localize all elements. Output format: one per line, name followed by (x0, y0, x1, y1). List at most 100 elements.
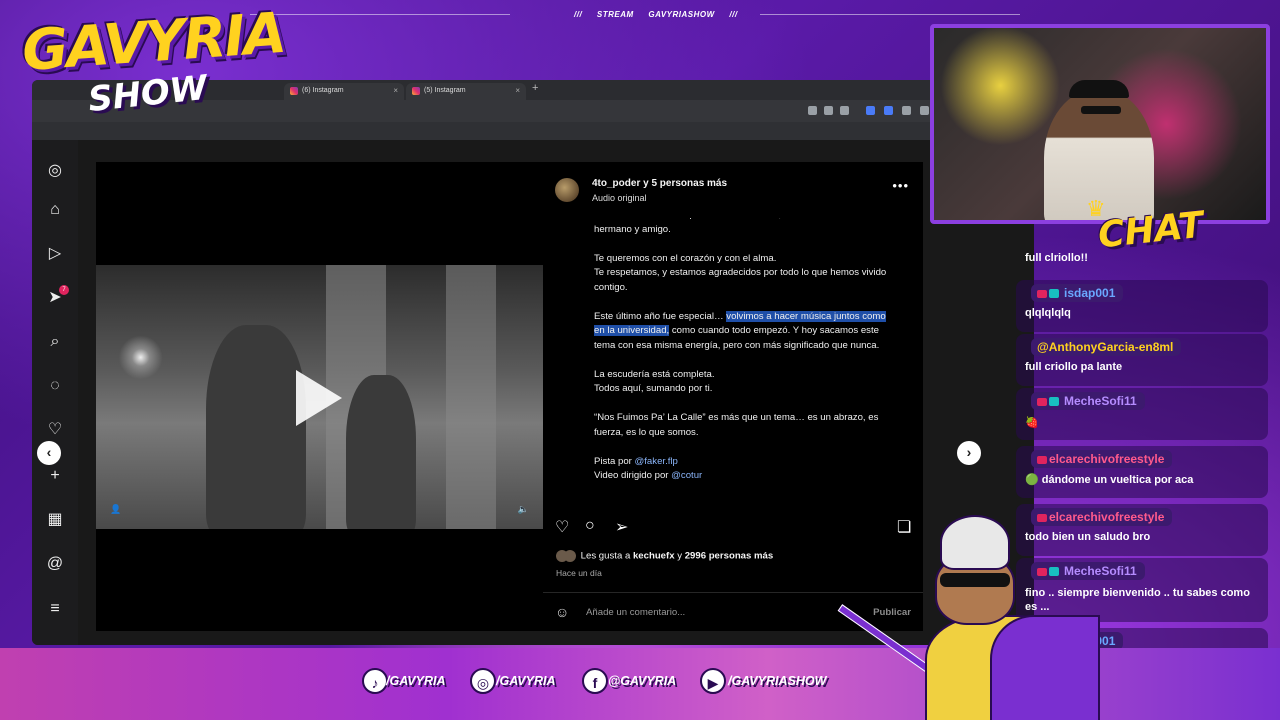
top-divider-right (760, 14, 1020, 15)
emoji-icon[interactable]: ☺ (555, 604, 569, 620)
zoom-icon[interactable] (824, 106, 833, 115)
caption-paragraph: Pista por @faker.flp Video dirigido por … (594, 455, 894, 484)
more-options-icon[interactable]: ••• (892, 178, 909, 193)
post-caption: como Cuarto Poder… pero más allá de eso,… (594, 218, 894, 507)
video-person (346, 375, 416, 529)
likes-count[interactable]: 2996 personas más (685, 551, 774, 562)
caption-line: La escudería está completa. (594, 368, 715, 380)
likes-prefix: Les gusta a (580, 550, 633, 562)
stream-tag: /// STREAM GAVYRIASHOW /// (568, 10, 744, 19)
mention-link[interactable]: @faker.flp (635, 456, 678, 467)
like-icon[interactable]: ♡ (555, 517, 569, 537)
chat-username[interactable]: @AnthonyGarcia-en8ml (1031, 338, 1182, 356)
likes-summary[interactable]: Les gusta a kechuefx y 2996 personas más (556, 550, 773, 562)
video-player[interactable]: 👤 🔈 (96, 162, 543, 631)
chat-username-text: elcarechivofreestyle (1049, 452, 1165, 466)
mention-link[interactable]: @cotur (671, 470, 702, 481)
post-date: Hace un día (556, 568, 602, 578)
badge-icon (1049, 397, 1059, 407)
caption-paragraph: Te queremos con el corazón y con el alma… (594, 252, 894, 296)
author-name[interactable]: 4to_poder y 5 personas más (592, 178, 727, 189)
mascot-jacket (990, 615, 1100, 720)
extension-icon[interactable] (866, 106, 875, 115)
share-icon[interactable]: ➢ (615, 517, 628, 537)
extensions-menu-icon[interactable] (920, 106, 929, 115)
play-icon[interactable] (296, 370, 342, 426)
post-actions: ♡ ○ ➢ ❏ (555, 517, 911, 539)
previous-post-arrow-icon[interactable]: ‹ (37, 441, 61, 465)
home-icon[interactable]: ⌂ (46, 201, 64, 219)
tab-instagram-1[interactable]: (6) Instagram × (284, 83, 404, 100)
instagram-icon (412, 87, 420, 95)
tab-instagram-2[interactable]: (5) Instagram × (406, 83, 526, 100)
chat-message-text: full criollo pa lante (1025, 361, 1123, 373)
heart-icon[interactable]: ♡ (46, 421, 64, 439)
badge-icon (1037, 397, 1047, 406)
screenshot-icon[interactable] (808, 106, 817, 115)
close-tab-icon[interactable]: × (393, 86, 398, 95)
close-tab-icon[interactable]: × (515, 86, 520, 95)
comment-input[interactable]: Añade un comentario... (586, 607, 685, 618)
mascot-hat (940, 515, 1010, 570)
reels-icon[interactable]: ▷ (46, 245, 64, 263)
tiktok-icon: ♪ (362, 668, 388, 694)
threads-icon[interactable]: @ (46, 555, 64, 573)
chat-username[interactable]: MecheSofi11 (1031, 392, 1145, 410)
caption-line: Te queremos con el corazón y con el alma… (594, 252, 777, 264)
stream-label: STREAM (596, 10, 634, 19)
browser-window: (6) Instagram × (5) Instagram × + ◎ ⌂ ▷ … (32, 80, 1034, 645)
youtube-handle: /GAVYRIASHOW (728, 674, 827, 688)
gavyria-show-logo: GAVYRIA SHOW (8, 1, 287, 144)
extension-icon[interactable] (884, 106, 893, 115)
webcam-feed (930, 24, 1270, 224)
tagged-users-icon[interactable]: 👤 (110, 504, 121, 515)
caption-text: Video dirigido por (594, 470, 672, 481)
badge-icon (1049, 289, 1059, 299)
mascot-sunglasses (940, 573, 1010, 587)
caption-line: Te respetamos, y estamos agradecidos por… (594, 267, 887, 293)
liker-avatar (564, 550, 576, 562)
instagram-logo-icon[interactable]: ◎ (46, 162, 64, 180)
chat-username[interactable]: elcarechivofreestyle (1031, 450, 1173, 468)
dashboard-icon[interactable]: ▦ (46, 511, 64, 529)
stream-tag-suffix: /// (729, 10, 738, 19)
chat-message-text: 🟢 dándome un vueltica por aca (1025, 473, 1193, 486)
new-tab-button[interactable]: + (532, 82, 538, 94)
instagram-sidebar: ◎ ⌂ ▷ ➤ 7 ⌕ ◌ ♡ + ▦ @ ≡ (32, 140, 78, 645)
author-avatar[interactable] (555, 178, 579, 202)
caption-text: Este último año fue especial… (594, 310, 727, 322)
badge-icon (1037, 455, 1047, 464)
comment-icon[interactable]: ○ (585, 517, 595, 535)
channel-label: GAVYRIASHOW (648, 10, 715, 19)
tiktok-handle: /GAVYRIA (386, 674, 446, 688)
instagram-page: ◎ ⌂ ▷ ➤ 7 ⌕ ◌ ♡ + ▦ @ ≡ 👤 🔈 4to_poder y … (32, 140, 1034, 645)
chat-message-text: full clriollo!! (1025, 252, 1088, 264)
explore-icon[interactable]: ◌ (46, 377, 64, 395)
volume-icon[interactable]: 🔈 (518, 504, 529, 515)
video-frame: 👤 🔈 (96, 265, 543, 529)
post-details-panel: 4to_poder y 5 personas más Audio origina… (543, 162, 923, 631)
audio-link[interactable]: Audio original (592, 193, 647, 203)
bookmark-star-icon[interactable] (840, 106, 849, 115)
streamer-glasses (1081, 106, 1121, 114)
menu-icon[interactable]: ≡ (46, 600, 64, 618)
chat-username[interactable]: isdap001 (1031, 284, 1124, 302)
caption-paragraph: Este último año fue especial… volvimos a… (594, 310, 894, 354)
tab-label: (6) Instagram (302, 87, 344, 94)
caption-text: Pista por (594, 455, 635, 467)
likes-user[interactable]: kechuefx (633, 551, 675, 562)
badge-icon (1037, 289, 1047, 298)
instagram-icon: ◎ (470, 668, 496, 694)
search-icon[interactable]: ⌕ (46, 333, 64, 351)
caption-paragraph: “Nos Fuimos Pa’ La Calle” es más que un … (594, 412, 879, 438)
instagram-icon (290, 87, 298, 95)
facebook-icon: f (582, 668, 608, 694)
mascot-character (837, 515, 1110, 720)
create-icon[interactable]: + (46, 467, 64, 485)
post-header: 4to_poder y 5 personas más Audio origina… (543, 162, 923, 210)
youtube-icon: ▶ (700, 668, 726, 694)
chat-message-body: dándome un vueltica por aca (1041, 474, 1194, 486)
caption-paragraph: La escudería está completa. Todos aquí, … (594, 368, 894, 397)
next-post-arrow-icon[interactable]: › (957, 441, 981, 465)
extension-icon[interactable] (902, 106, 911, 115)
